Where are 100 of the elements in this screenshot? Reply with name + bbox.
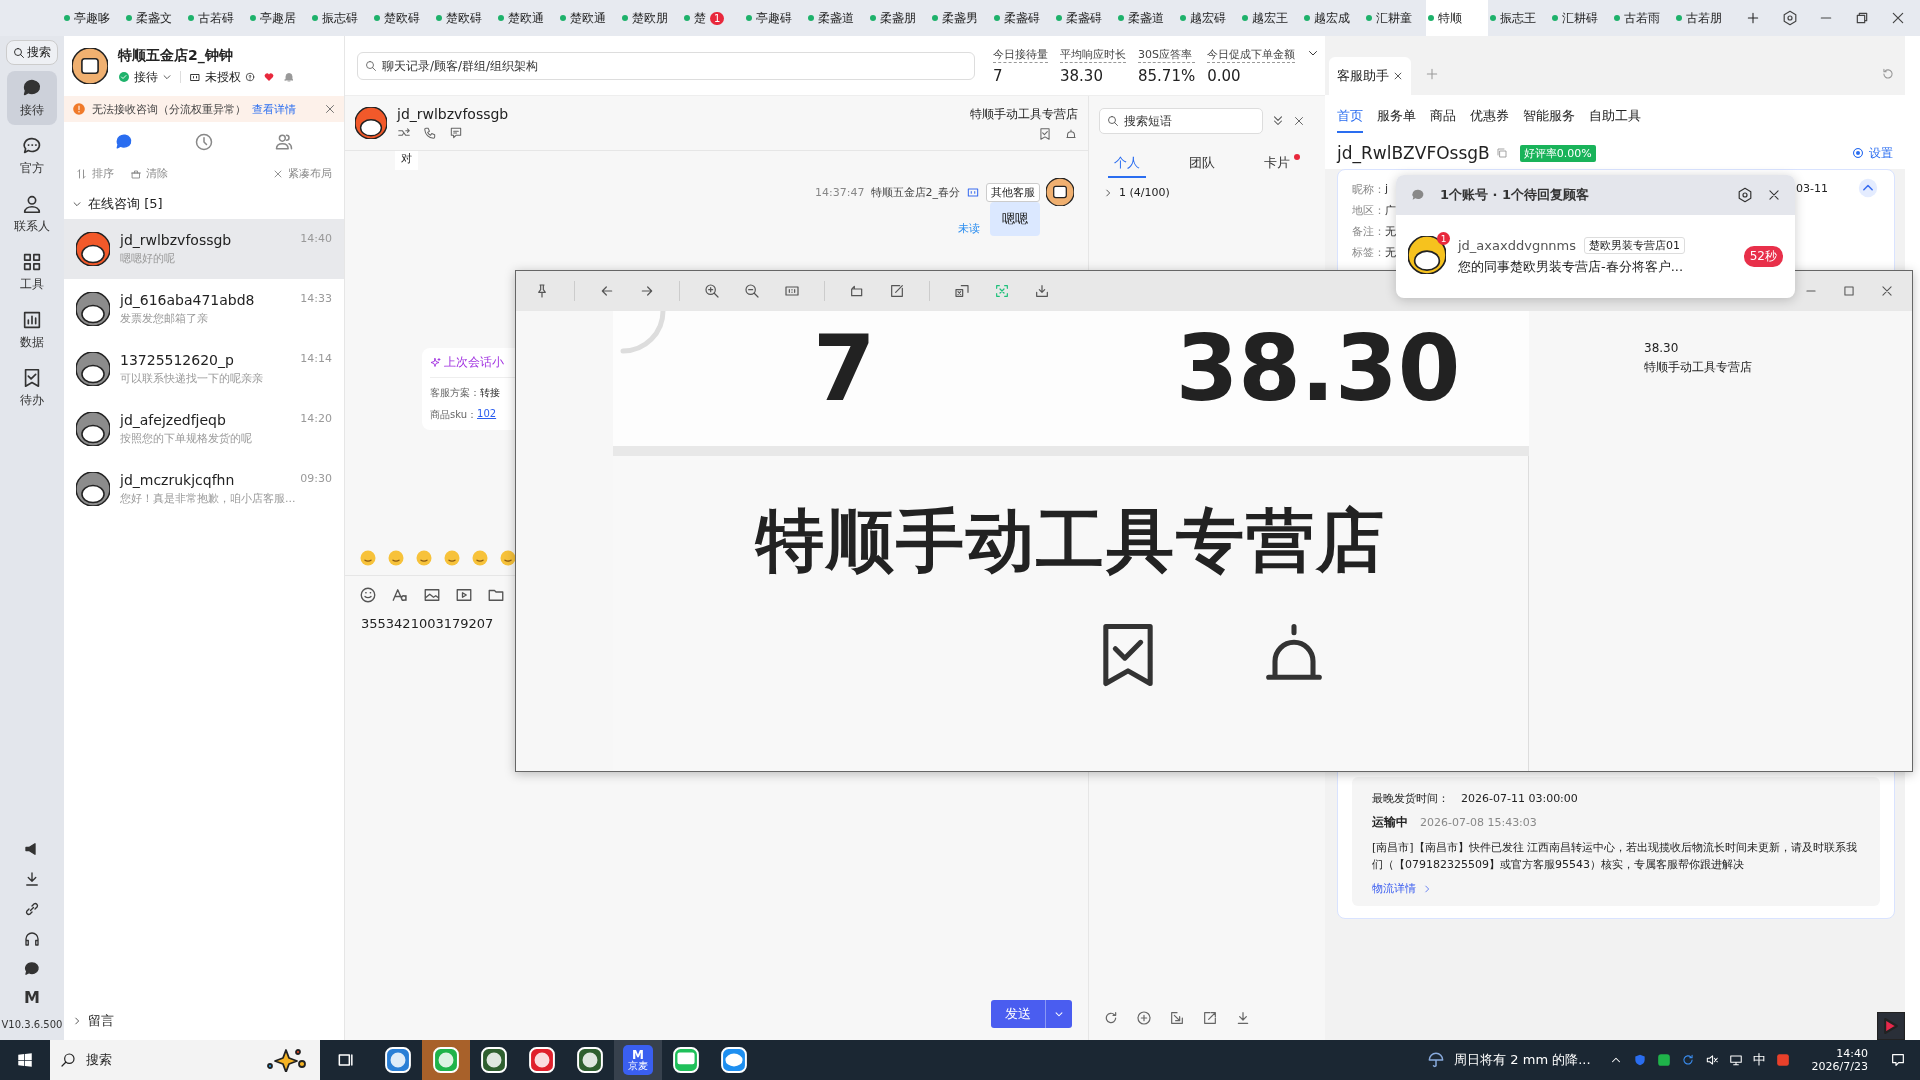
store-tab[interactable]: 汇耕碍 [1550, 0, 1612, 36]
sync-icon[interactable] [1680, 1053, 1695, 1067]
section-tab[interactable]: 服务单 [1377, 103, 1416, 133]
add-tab-icon[interactable] [1746, 11, 1760, 25]
store-tab[interactable]: 柔盏碍 [1054, 0, 1116, 36]
store-tab[interactable]: 柔盏道 [806, 0, 868, 36]
translate-icon[interactable] [954, 283, 970, 299]
image-icon[interactable] [423, 586, 441, 604]
close-icon[interactable] [1767, 188, 1781, 202]
chat-app-icon[interactable] [721, 1047, 747, 1073]
edit-icon[interactable] [889, 283, 905, 299]
phone-icon[interactable] [423, 126, 437, 140]
section-tab[interactable]: 优惠券 [1470, 103, 1509, 133]
font-icon[interactable] [391, 586, 409, 604]
download-icon[interactable] [23, 870, 41, 888]
store-tab[interactable]: 楚欧碍 [434, 0, 496, 36]
emoji-icon[interactable] [471, 549, 489, 567]
download-icon[interactable] [1235, 1010, 1251, 1026]
sku-link[interactable]: 102 [477, 408, 497, 422]
zoom-out-icon[interactable] [744, 283, 760, 299]
phrase-group[interactable]: 1 (4/100) [1089, 178, 1325, 207]
import-icon[interactable] [1169, 1010, 1185, 1026]
status-dropdown[interactable]: 接待 [118, 68, 172, 86]
message-input[interactable]: 3553421003179207 [345, 614, 510, 633]
save-icon[interactable] [1034, 283, 1050, 299]
headset-icon[interactable] [23, 930, 41, 948]
list-action[interactable]: 清除 [130, 166, 168, 181]
group-header[interactable]: 在线咨询 [5] [64, 189, 344, 219]
section-tab[interactable]: 商品 [1430, 103, 1456, 133]
chat-icon[interactable] [23, 960, 41, 978]
settings-radio[interactable]: 设置 [1853, 144, 1893, 162]
emoji-icon[interactable] [443, 549, 461, 567]
note-icon[interactable] [449, 126, 463, 140]
phrase-tab[interactable]: 个人 [1107, 150, 1146, 178]
weather-text[interactable]: 周日将有 2 mm 的降... [1454, 1051, 1591, 1069]
store-tab[interactable]: 古若碍 [186, 0, 248, 36]
ime-icon[interactable] [1775, 1053, 1790, 1067]
list-action[interactable]: 排序 [76, 166, 114, 181]
smiley-icon[interactable] [359, 586, 377, 604]
nav-item[interactable]: 待办 [7, 361, 57, 415]
close-icon[interactable] [1890, 10, 1906, 26]
store-tab[interactable]: 古若雨 [1612, 0, 1674, 36]
settings-icon[interactable] [1782, 10, 1798, 26]
store-tab[interactable]: 越宏成 [1302, 0, 1364, 36]
emoji-icon[interactable] [499, 549, 517, 567]
maximize-icon[interactable] [1842, 284, 1856, 298]
store-tab[interactable]: 亭趣哆 [62, 0, 124, 36]
store-tab[interactable]: 柔盏朋 [868, 0, 930, 36]
people-icon[interactable] [274, 132, 294, 152]
chat-app-icon[interactable] [673, 1047, 699, 1073]
store-tab[interactable]: 楚欧通 [496, 0, 558, 36]
refresh-icon[interactable] [1103, 1010, 1119, 1026]
nav-item[interactable]: 联系人 [7, 187, 57, 241]
nav-item[interactable]: 数据 [7, 303, 57, 357]
app-icon[interactable]: M 京麦 [623, 1045, 653, 1075]
close-icon[interactable] [1393, 71, 1403, 81]
link-icon[interactable] [23, 900, 41, 918]
video-icon[interactable] [455, 586, 473, 604]
clock-icon[interactable] [194, 132, 214, 152]
assistant-tab[interactable]: 客服助手 [1329, 57, 1411, 95]
close-icon[interactable] [1880, 284, 1894, 298]
logistics-link[interactable]: 物流详情 [1372, 881, 1432, 896]
store-tab[interactable]: 古若朋 [1674, 0, 1736, 36]
flag-icon[interactable] [1877, 1012, 1905, 1040]
nav-item[interactable]: 官方 [7, 129, 57, 183]
heart-icon[interactable] [263, 71, 275, 83]
store-tab[interactable]: 楚欧通 [558, 0, 620, 36]
logo[interactable]: M [24, 988, 40, 1007]
restore-icon[interactable] [1854, 10, 1870, 26]
rotate-icon[interactable] [849, 283, 865, 299]
store-tab[interactable]: 越宏王 [1240, 0, 1302, 36]
store-tab[interactable]: 楚欧朋 [620, 0, 682, 36]
store-tab[interactable]: 楚欧碍 [372, 0, 434, 36]
store-tab[interactable]: 楚 1 [682, 0, 744, 36]
actual-size-icon[interactable] [784, 283, 800, 299]
section-tab[interactable]: 智能服务 [1523, 103, 1575, 133]
store-tab[interactable]: 特顺 [1426, 0, 1488, 36]
emoji-icon[interactable] [415, 549, 433, 567]
add-icon[interactable] [1136, 1010, 1152, 1026]
nav-item[interactable]: 接待 [7, 71, 57, 125]
clock[interactable]: 14:40 2026/7/23 [1811, 1047, 1868, 1073]
chat-icon[interactable] [114, 132, 134, 152]
conversation-item[interactable]: jd_rwlbzvfossgb 14:40 嗯嗯好的呢 [64, 219, 344, 279]
shield-icon[interactable] [1632, 1053, 1647, 1067]
pending-customer[interactable]: 1 jd_axaxddvgnnms 楚欧男装专营店01 您的同事楚欧男装专营店-春分将客户... 52秒 [1396, 215, 1795, 298]
store-tab[interactable]: 柔盏道 [1116, 0, 1178, 36]
bell-icon[interactable] [1064, 126, 1078, 141]
emoji-icon[interactable] [359, 549, 377, 567]
phrase-tab[interactable]: 卡片 [1258, 150, 1307, 178]
checklist-icon[interactable] [1038, 126, 1052, 141]
conversation-item[interactable]: 13725512620_p 14:14 可以联系快递找一下的呢亲亲 [64, 339, 344, 399]
search-button[interactable]: 搜索 [6, 40, 58, 65]
store-tab[interactable]: 柔盏男 [930, 0, 992, 36]
speaker-muted-icon[interactable] [1704, 1053, 1719, 1067]
zoom-in-icon[interactable] [704, 283, 720, 299]
list-action[interactable]: 紧凑布局 [272, 166, 332, 181]
taskbar-search[interactable]: 搜索 [50, 1040, 320, 1080]
store-tab[interactable]: 柔盏碍 [992, 0, 1054, 36]
store-tab[interactable]: 亭趣碍 [744, 0, 806, 36]
emoji-icon[interactable] [387, 549, 405, 567]
